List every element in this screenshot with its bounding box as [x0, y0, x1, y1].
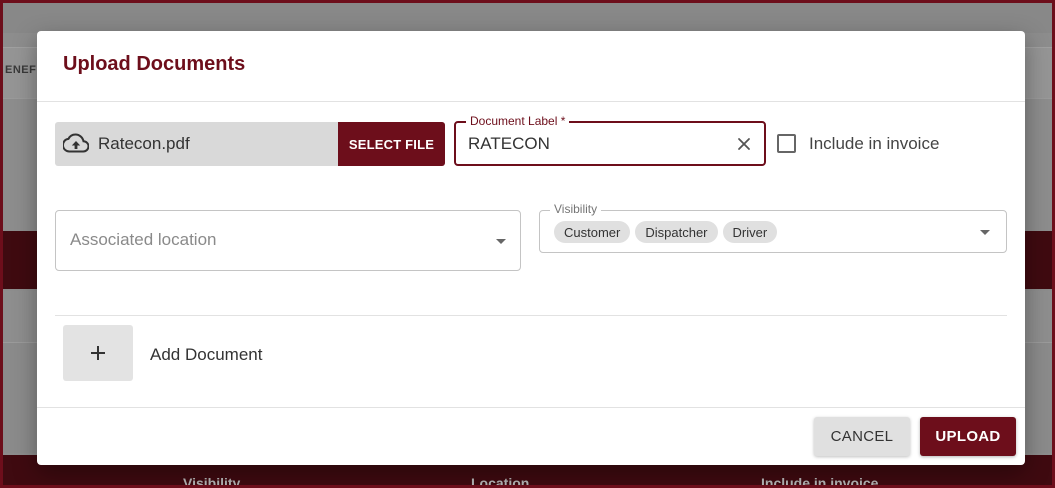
header-divider — [37, 101, 1025, 102]
associated-location-placeholder: Associated location — [70, 230, 217, 249]
visibility-select[interactable]: Visibility Customer Dispatcher Driver — [539, 202, 1007, 253]
add-document-label[interactable]: Add Document — [150, 345, 262, 365]
add-document-button[interactable] — [63, 325, 133, 381]
dropdown-arrow-icon[interactable] — [980, 230, 990, 235]
include-in-invoice-checkbox[interactable] — [777, 134, 796, 153]
background-column-include-in-invoice: Include in invoice — [761, 475, 879, 488]
file-selector: Ratecon.pdf SELECT FILE — [55, 122, 445, 166]
dialog-title: Upload Documents — [63, 53, 246, 75]
footer-divider — [37, 407, 1025, 408]
visibility-chips: Customer Dispatcher Driver — [554, 221, 778, 243]
clear-icon[interactable] — [735, 135, 753, 153]
document-label-field[interactable]: Document Label * RATECON — [454, 114, 766, 166]
background-tab-label: ENEF — [5, 64, 37, 76]
document-label-legend: Document Label * — [466, 114, 570, 128]
section-divider — [55, 315, 1007, 316]
background-column-location: Location — [471, 475, 530, 488]
background-header — [3, 3, 1052, 33]
chip-dispatcher[interactable]: Dispatcher — [635, 221, 718, 243]
select-file-button[interactable]: SELECT FILE — [338, 122, 445, 166]
cancel-button[interactable]: CANCEL — [814, 417, 910, 456]
chip-customer[interactable]: Customer — [554, 221, 631, 243]
plus-icon — [91, 346, 105, 360]
associated-location-select[interactable]: Associated location — [55, 210, 521, 271]
selected-file-name: Ratecon.pdf — [98, 134, 190, 153]
chip-driver[interactable]: Driver — [722, 221, 778, 243]
upload-documents-dialog: Upload Documents Ratecon.pdf SELECT FILE… — [37, 31, 1025, 465]
visibility-legend: Visibility — [550, 202, 602, 216]
dropdown-arrow-icon[interactable] — [496, 239, 506, 244]
app-frame: ENEF Visibility Location Include in invo… — [0, 0, 1055, 488]
include-in-invoice-label[interactable]: Include in invoice — [809, 134, 939, 154]
upload-button[interactable]: UPLOAD — [920, 417, 1016, 456]
cloud-upload-icon — [63, 133, 89, 153]
background-column-visibility: Visibility — [183, 475, 241, 488]
document-label-value[interactable]: RATECON — [468, 134, 550, 154]
